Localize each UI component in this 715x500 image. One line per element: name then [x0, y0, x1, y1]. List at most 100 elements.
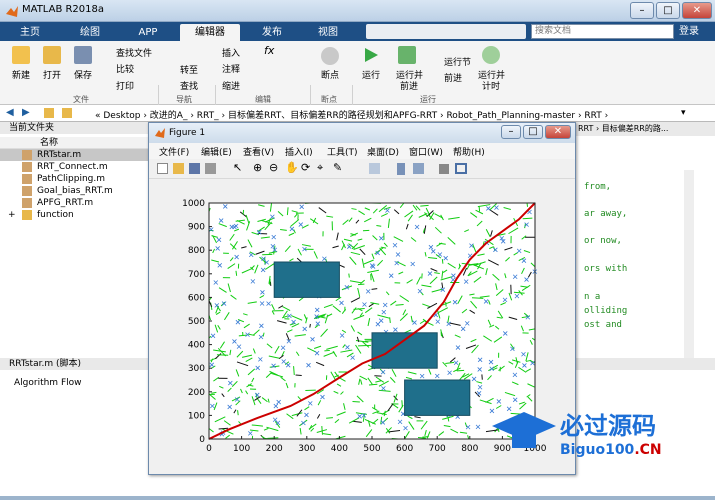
menu-help[interactable]: 帮助(H): [453, 145, 485, 158]
file-item[interactable]: RRT_Connect.m: [0, 161, 149, 173]
x-tick-label: 800: [461, 444, 478, 454]
menu-insert[interactable]: 插入(I): [285, 145, 313, 158]
file-item[interactable]: PathClipping.m: [0, 173, 149, 185]
tree-edge: [358, 344, 372, 347]
comment-button[interactable]: 注释: [222, 62, 240, 75]
current-path[interactable]: « Desktop › 改进的A_ › RRT_ › 目标偏差RRT、目标偏差R…: [95, 108, 608, 121]
name-column-header[interactable]: 名称: [0, 137, 149, 149]
pan-icon[interactable]: ✋: [285, 161, 299, 174]
save-button[interactable]: 保存: [74, 68, 92, 81]
save-figure-icon[interactable]: [189, 163, 200, 174]
menu-window[interactable]: 窗口(W): [409, 145, 443, 158]
file-item[interactable]: RRTstar.m: [0, 149, 149, 161]
tab-home[interactable]: 主页: [10, 24, 50, 41]
tab-publish[interactable]: 发布: [250, 24, 294, 41]
open-file-icon[interactable]: [173, 163, 184, 174]
run-section-button[interactable]: 运行节: [444, 55, 471, 68]
figure-close-button[interactable]: ✕: [545, 125, 571, 139]
figure-toolbar: ↖ ⊕ ⊖ ✋ ⟳ ⌖ ✎: [149, 159, 575, 179]
tab-plots[interactable]: 绘图: [68, 24, 112, 41]
insert-button[interactable]: 插入: [222, 46, 240, 59]
m-file-icon: [22, 150, 32, 160]
legend-icon[interactable]: [413, 163, 424, 174]
fx-icon[interactable]: fx: [264, 44, 274, 57]
menu-tools[interactable]: 工具(T): [327, 145, 358, 158]
run-and-time-button-line2[interactable]: 计时: [482, 79, 500, 92]
quick-access-toolbar[interactable]: [366, 24, 526, 39]
menu-desktop[interactable]: 桌面(D): [367, 145, 399, 158]
menu-view[interactable]: 查看(V): [243, 145, 274, 158]
data-cursor-icon[interactable]: ⌖: [317, 161, 323, 175]
menu-edit[interactable]: 编辑(E): [201, 145, 232, 158]
open-folder-icon: [43, 46, 61, 64]
pointer-icon[interactable]: ↖: [233, 161, 242, 174]
file-item[interactable]: Goal_bias_RRT.m: [0, 185, 149, 197]
y-tick-label: 800: [188, 246, 205, 256]
print-button[interactable]: 打印: [116, 79, 134, 92]
group-label-edit: 编辑: [255, 95, 271, 104]
folder-icon: [22, 210, 32, 220]
browse-folder-icon[interactable]: [62, 108, 72, 118]
tree-edge: [309, 323, 311, 328]
close-button[interactable]: ✕: [682, 2, 712, 19]
advance-button[interactable]: 前进: [444, 71, 462, 84]
editor-scrollbar[interactable]: [684, 170, 694, 358]
y-tick-label: 0: [199, 435, 205, 445]
tree-edge: [237, 410, 239, 416]
tree-edge: [471, 297, 484, 299]
tab-apps[interactable]: APP: [126, 24, 170, 41]
run-advance-button-line2[interactable]: 前进: [400, 79, 418, 92]
expand-icon[interactable]: +: [8, 209, 16, 221]
current-folder-title: 当前文件夹: [0, 122, 149, 134]
find-file-button[interactable]: 查找文件: [116, 46, 152, 59]
back-arrow-icon[interactable]: ◀: [6, 107, 14, 118]
zoom-in-icon[interactable]: ⊕: [253, 161, 262, 174]
x-tick-label: 200: [266, 444, 283, 454]
menu-file[interactable]: 文件(F): [159, 145, 189, 158]
print-figure-icon[interactable]: [205, 163, 216, 174]
tree-edge: [321, 426, 323, 435]
details-description: Algorithm Flow: [14, 378, 82, 388]
matlab-logo-icon: [6, 6, 18, 17]
link-plot-icon[interactable]: [369, 163, 380, 174]
breakpoints-button[interactable]: 断点: [321, 68, 339, 81]
colorbar-icon[interactable]: [397, 163, 405, 175]
x-tick-label: 600: [396, 444, 413, 454]
graduation-cap-base: [512, 434, 536, 448]
find-button[interactable]: 查找: [180, 79, 198, 92]
folder-item[interactable]: + function: [0, 209, 149, 221]
title-bar: MATLAB R2018a – □ ✕: [0, 0, 715, 22]
x-tick-label: 400: [331, 444, 348, 454]
brush-icon[interactable]: ✎: [333, 161, 342, 174]
up-folder-icon[interactable]: [44, 108, 54, 118]
tree-edge: [522, 217, 533, 220]
tab-editor[interactable]: 编辑器: [180, 24, 240, 41]
minimize-button[interactable]: –: [630, 2, 654, 19]
run-button[interactable]: 运行: [362, 68, 380, 81]
group-label-breakpoints: 断点: [321, 95, 337, 104]
tree-edge: [348, 273, 350, 278]
rotate-icon[interactable]: ⟳: [301, 161, 310, 174]
compare-button[interactable]: 比较: [116, 62, 134, 75]
chevron-down-icon[interactable]: ▾: [681, 108, 686, 118]
new-figure-icon[interactable]: [157, 163, 168, 174]
search-docs-input[interactable]: 搜索文档: [531, 24, 674, 39]
hide-plot-tools-icon[interactable]: [439, 164, 449, 174]
tree-edge: [216, 354, 229, 356]
figure-minimize-button[interactable]: –: [501, 125, 521, 139]
login-link[interactable]: 登录: [679, 24, 699, 39]
new-button[interactable]: 新建: [12, 68, 30, 81]
zoom-out-icon[interactable]: ⊖: [269, 161, 278, 174]
figure-maximize-button[interactable]: □: [523, 125, 543, 139]
tree-edge: [352, 400, 360, 403]
file-item[interactable]: APFG_RRT.m: [0, 197, 149, 209]
tree-edge: [357, 283, 365, 286]
forward-arrow-icon[interactable]: ▶: [22, 107, 30, 118]
indent-button[interactable]: 缩进: [222, 79, 240, 92]
tab-view[interactable]: 视图: [306, 24, 350, 41]
goto-button[interactable]: 转至: [180, 63, 198, 76]
maximize-button[interactable]: □: [656, 2, 680, 19]
show-plot-tools-icon[interactable]: [455, 163, 467, 174]
tree-edge: [267, 437, 279, 439]
open-button[interactable]: 打开: [43, 68, 61, 81]
